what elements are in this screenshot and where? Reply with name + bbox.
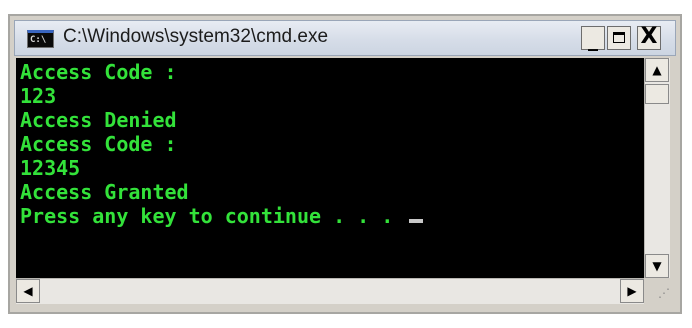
maximize-button[interactable]	[607, 26, 631, 50]
horizontal-scrollbar[interactable]: ◀ ▶	[16, 278, 644, 304]
minimize-button[interactable]: _	[581, 26, 605, 51]
continue-prompt: Press any key to continue . . .	[20, 204, 406, 228]
down-arrow-icon: ▼	[652, 259, 662, 273]
cmd-window: C:\ C:\Windows\system32\cmd.exe _ X Acce…	[8, 14, 682, 314]
up-arrow-icon: ▲	[652, 63, 662, 77]
console-line: Access Code :	[20, 132, 177, 156]
close-button[interactable]: X	[637, 26, 661, 50]
console-line: Access Code :	[20, 60, 177, 84]
maximize-icon	[613, 32, 625, 43]
resize-grip-icon[interactable]: ⋰	[644, 278, 670, 304]
window-title: C:\Windows\system32\cmd.exe	[63, 26, 329, 47]
console-output[interactable]: Access Code : 123 Access Denied Access C…	[16, 58, 644, 278]
close-icon: X	[640, 24, 658, 49]
minimize-icon: _	[588, 27, 598, 51]
console-line: Access Denied	[20, 108, 177, 132]
scroll-down-button[interactable]: ▼	[645, 254, 669, 278]
scroll-up-button[interactable]: ▲	[645, 58, 669, 82]
text-cursor	[409, 219, 424, 223]
console-line: Access Granted	[20, 180, 189, 204]
scroll-left-button[interactable]: ◀	[16, 279, 40, 303]
right-arrow-icon: ▶	[627, 284, 637, 298]
scroll-right-button[interactable]: ▶	[620, 279, 644, 303]
title-bar[interactable]: C:\ C:\Windows\system32\cmd.exe _ X	[14, 20, 676, 56]
console-line: 12345	[20, 156, 81, 180]
vertical-scrollbar[interactable]: ▲ ▼	[644, 58, 670, 278]
left-arrow-icon: ◀	[23, 284, 33, 298]
console-prompt-line: Press any key to continue . . .	[20, 204, 424, 228]
vertical-scroll-thumb[interactable]	[645, 84, 669, 104]
cmd-console-icon[interactable]: C:\	[27, 30, 54, 48]
console-line: 123	[20, 84, 57, 108]
